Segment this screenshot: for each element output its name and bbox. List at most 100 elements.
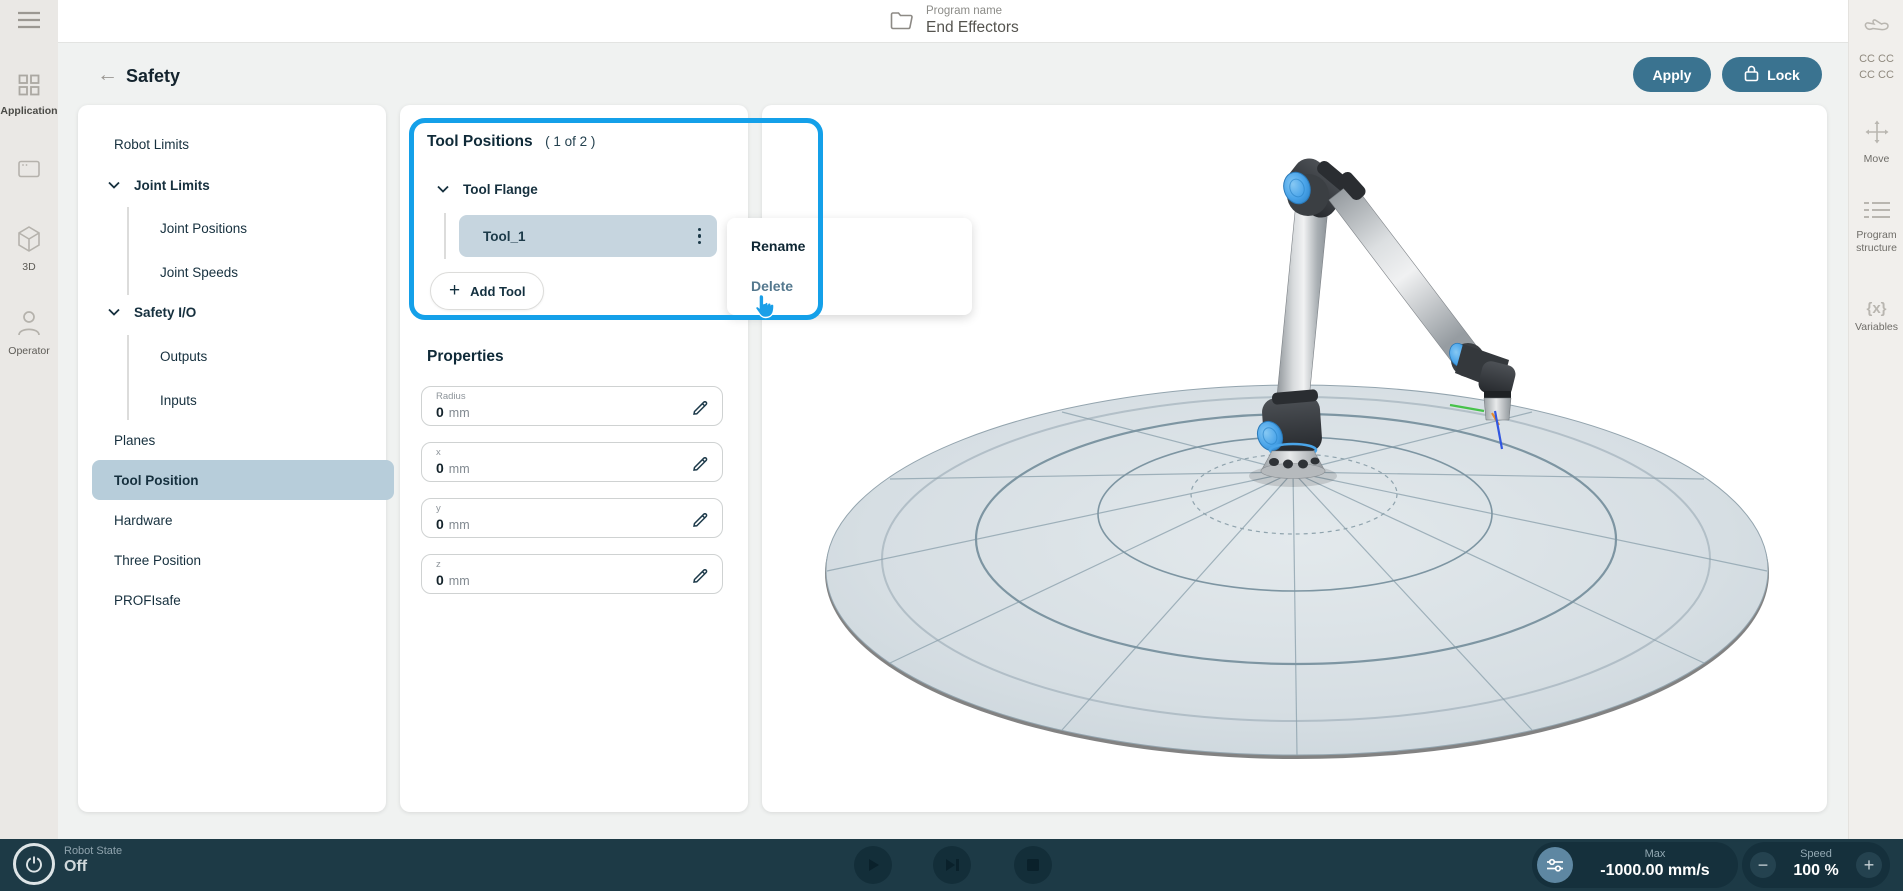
play-button[interactable] [854, 846, 892, 884]
radius-field[interactable]: Radius 0mm [421, 386, 723, 426]
apply-button[interactable]: Apply [1633, 57, 1711, 92]
tool-flange-label: Tool Flange [463, 182, 538, 197]
rail-label: Program structure [1849, 229, 1903, 254]
nav-item-tool-position[interactable]: Tool Position [92, 460, 394, 500]
cc-text-top: CC CC [1849, 52, 1903, 66]
nav-item-hardware[interactable]: Hardware [92, 500, 394, 540]
max-speed-control: Max -1000.00 mm/s [1532, 842, 1738, 888]
nav-label: Joint Speeds [160, 265, 238, 280]
edit-pencil-icon[interactable] [691, 396, 710, 420]
field-value: 0mm [436, 404, 470, 420]
left-sidebar: Application 3D Operator [0, 0, 58, 839]
tool-row-tool-1[interactable]: Tool_1 [459, 215, 717, 257]
kebab-menu-icon[interactable] [694, 224, 706, 249]
move-icon [1865, 120, 1889, 149]
back-arrow-icon[interactable]: ← [97, 63, 118, 87]
nav-item-planes[interactable]: Planes [92, 420, 394, 460]
safety-nav-panel: Robot Limits Joint Limits Joint Position… [78, 105, 386, 812]
stop-button[interactable] [1014, 846, 1052, 884]
y-field[interactable]: y 0mm [421, 498, 723, 538]
field-value: 0mm [436, 460, 470, 476]
nav-label: Joint Limits [134, 178, 210, 193]
nav-item-three-position[interactable]: Three Position [92, 540, 394, 580]
robot-3d-scene [762, 105, 1827, 812]
field-label: z [436, 559, 441, 570]
tool-positions-panel: Tool Positions ( 1 of 2 ) Tool Flange To… [400, 105, 748, 812]
rail-item-program-structure[interactable]: Program structure [1849, 200, 1903, 254]
add-tool-button[interactable]: + Add Tool [430, 272, 544, 310]
nav-item-inputs[interactable]: Inputs [92, 380, 440, 420]
edit-pencil-icon[interactable] [691, 452, 710, 476]
sidebar-item-operator[interactable]: Operator [0, 310, 58, 357]
max-value: -1000.00 mm/s [1580, 861, 1730, 880]
nav-label: Outputs [160, 349, 207, 364]
robot-state-label: Robot State [64, 845, 122, 857]
right-sidebar: CC CC CC CC Move Program structure {x} V… [1848, 0, 1903, 839]
sidebar-label: Application [0, 105, 57, 117]
speed-minus-button[interactable]: − [1750, 852, 1776, 878]
program-label: Program name [926, 4, 1019, 18]
rail-label: Move [1849, 153, 1903, 166]
rail-item-move[interactable]: Move [1849, 120, 1903, 166]
add-tool-label: Add Tool [470, 284, 525, 299]
3d-viewport[interactable] [762, 105, 1827, 812]
speed-value: 100 % [1782, 861, 1850, 880]
nav-label: Three Position [114, 553, 201, 568]
field-value: 0mm [436, 516, 470, 532]
window-icon [18, 160, 40, 183]
nav-item-profisafe[interactable]: PROFIsafe [92, 580, 394, 620]
sidebar-label: Operator [8, 345, 49, 357]
tool-positions-header: Tool Positions ( 1 of 2 ) [427, 133, 595, 151]
plus-icon: + [449, 280, 460, 302]
person-icon [17, 310, 41, 341]
stop-icon [1026, 858, 1040, 872]
lock-button[interactable]: Lock [1722, 57, 1822, 92]
power-icon [25, 855, 43, 873]
nav-item-joint-speeds[interactable]: Joint Speeds [92, 252, 440, 292]
page-title: Safety [126, 66, 180, 87]
edit-pencil-icon[interactable] [691, 564, 710, 588]
speed-settings-button[interactable] [1537, 847, 1573, 883]
tool-context-menu: Rename Delete [727, 218, 972, 315]
edit-pencil-icon[interactable] [691, 508, 710, 532]
sidebar-item-3d[interactable]: 3D [0, 226, 58, 273]
lock-label: Lock [1767, 67, 1800, 83]
tool-positions-count: ( 1 of 2 ) [545, 134, 595, 149]
sidebar-item-window[interactable] [0, 160, 58, 183]
program-name: End Effectors [926, 18, 1019, 37]
menu-item-rename[interactable]: Rename [751, 238, 805, 254]
rail-label: Variables [1849, 321, 1903, 334]
tool-positions-title: Tool Positions [427, 133, 533, 150]
tool-flange-group[interactable]: Tool Flange [437, 177, 538, 201]
play-icon [865, 857, 881, 873]
step-button[interactable] [933, 846, 971, 884]
lock-icon [1744, 65, 1759, 85]
menu-item-delete[interactable]: Delete [751, 278, 793, 294]
cc-text-bottom: CC CC [1849, 68, 1903, 82]
field-label: Radius [436, 391, 466, 402]
nav-item-safety-io[interactable]: Safety I/O [92, 292, 388, 332]
nav-label: Safety I/O [134, 305, 196, 320]
nav-item-joint-limits[interactable]: Joint Limits [92, 165, 388, 205]
hand-guide-icon[interactable] [1864, 14, 1890, 43]
sidebar-label: 3D [22, 261, 35, 273]
nav-item-joint-positions[interactable]: Joint Positions [92, 208, 440, 248]
properties-title: Properties [427, 348, 504, 366]
nav-item-robot-limits[interactable]: Robot Limits [92, 124, 394, 164]
hamburger-menu-icon[interactable] [17, 11, 41, 34]
power-button[interactable] [13, 843, 55, 885]
program-info[interactable]: Program name End Effectors [890, 4, 1019, 38]
chevron-down-icon [108, 181, 120, 189]
x-field[interactable]: x 0mm [421, 442, 723, 482]
speed-plus-button[interactable]: + [1856, 852, 1882, 878]
nav-item-outputs[interactable]: Outputs [92, 336, 440, 376]
variables-icon: {x} [1866, 300, 1886, 317]
field-label: x [436, 447, 441, 458]
nav-label: Inputs [160, 393, 197, 408]
cube-icon [17, 226, 41, 257]
sidebar-item-application[interactable]: Application [0, 74, 58, 117]
z-field[interactable]: z 0mm [421, 554, 723, 594]
rail-item-variables[interactable]: {x} Variables [1849, 300, 1903, 334]
folder-icon [890, 10, 914, 35]
apply-label: Apply [1653, 67, 1692, 83]
